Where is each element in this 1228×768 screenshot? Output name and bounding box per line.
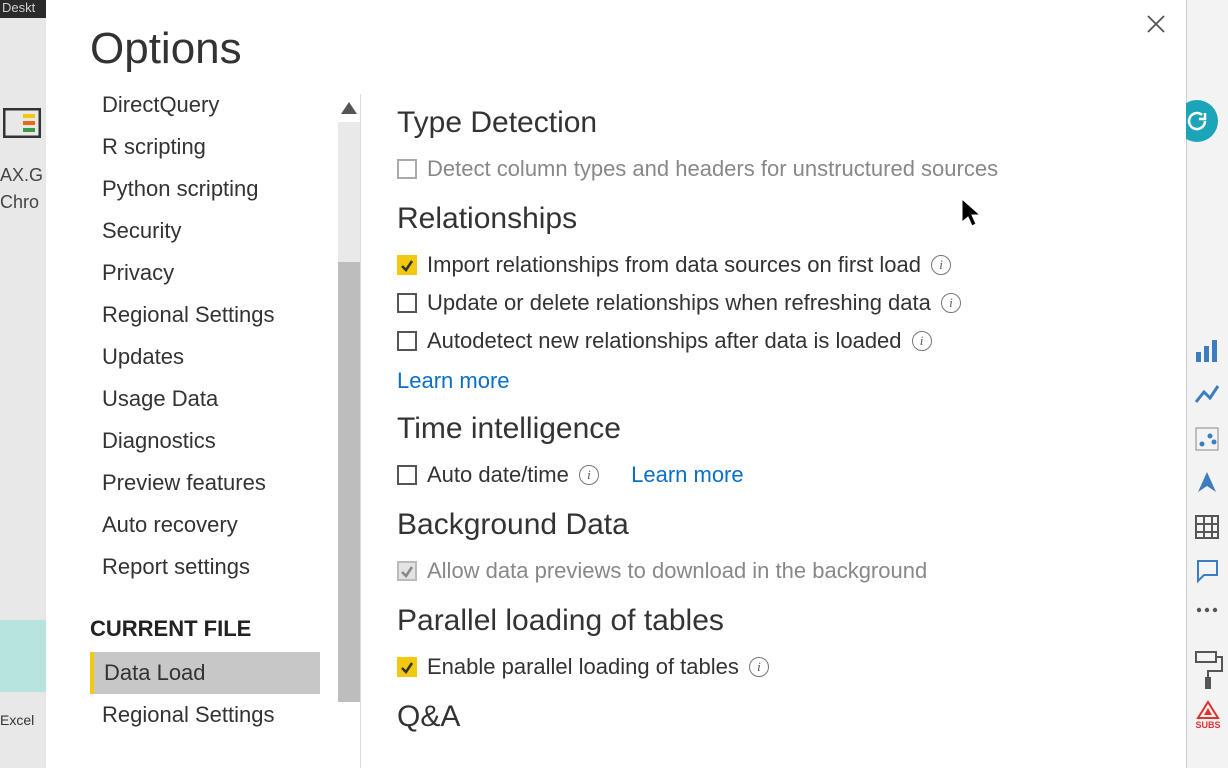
checkbox-icon [397, 159, 417, 179]
sidebar-section-current-file: CURRENT FILE [90, 588, 320, 652]
checkbox-icon[interactable] [397, 255, 417, 275]
section-relationships: Relationships [397, 202, 1146, 236]
sidebar-item-data-load[interactable]: Data Load [90, 652, 320, 694]
bg-left-text-1: AX.G [0, 165, 43, 186]
options-sidebar: DirectQuery R scripting Python scripting… [90, 84, 320, 768]
sidebar-item-r-scripting[interactable]: R scripting [90, 126, 320, 168]
bg-left-text-2: Chro [0, 192, 39, 213]
option-label: Update or delete relationships when refr… [427, 290, 931, 316]
options-dialog: Options DirectQuery R scripting Python s… [46, 0, 1186, 768]
sidebar-item-usage-data[interactable]: Usage Data [90, 378, 320, 420]
sidebar-item-directquery[interactable]: DirectQuery [90, 84, 320, 126]
sidebar-item-report-settings[interactable]: Report settings [90, 546, 320, 588]
info-icon[interactable]: i [579, 465, 599, 485]
table-icon [1194, 514, 1220, 540]
sidebar-item-privacy[interactable]: Privacy [90, 252, 320, 294]
visualization-icons-strip [1190, 338, 1224, 628]
section-qa: Q&A [397, 700, 1146, 734]
sidebar-item-regional-settings[interactable]: Regional Settings [90, 294, 320, 336]
option-label: Import relationships from data sources o… [427, 252, 921, 278]
option-update-relationships[interactable]: Update or delete relationships when refr… [397, 284, 1146, 322]
checkbox-icon[interactable] [397, 465, 417, 485]
option-label: Autodetect new relationships after data … [427, 328, 902, 354]
learn-more-link-time-intelligence[interactable]: Learn more [631, 462, 744, 488]
section-time-intelligence: Time intelligence [397, 412, 1146, 446]
subscribe-badge: SUBS [1188, 700, 1228, 730]
sidebar-item-updates[interactable]: Updates [90, 336, 320, 378]
info-icon[interactable]: i [931, 255, 951, 275]
section-parallel-loading: Parallel loading of tables [397, 604, 1146, 638]
dialog-title: Options [46, 0, 1186, 84]
checkbox-icon[interactable] [397, 331, 417, 351]
close-button[interactable] [1140, 8, 1172, 40]
sidebar-item-auto-recovery[interactable]: Auto recovery [90, 504, 320, 546]
scroll-thumb[interactable] [338, 262, 360, 702]
more-icon [1194, 602, 1220, 628]
bar-chart-icon [1194, 338, 1220, 364]
option-enable-parallel-loading[interactable]: Enable parallel loading of tables i [397, 648, 1146, 686]
sidebar-scrollbar[interactable] [338, 94, 360, 768]
sidebar-item-preview-features[interactable]: Preview features [90, 462, 320, 504]
checkbox-icon[interactable] [397, 657, 417, 677]
options-content: Type Detection Detect column types and h… [361, 84, 1186, 768]
info-icon[interactable]: i [941, 293, 961, 313]
paint-roller-icon [1192, 650, 1224, 695]
scatter-chart-icon [1194, 426, 1220, 452]
checkbox-icon [397, 561, 417, 581]
ribbon-icon-fragment [3, 108, 41, 138]
checkbox-icon[interactable] [397, 293, 417, 313]
comment-icon [1194, 558, 1220, 584]
option-label: Enable parallel loading of tables [427, 654, 739, 680]
info-icon[interactable]: i [749, 657, 769, 677]
sidebar-item-security[interactable]: Security [90, 210, 320, 252]
info-icon[interactable]: i [912, 331, 932, 351]
option-detect-column-types: Detect column types and headers for unst… [397, 150, 1146, 188]
bg-teal-block [0, 620, 48, 692]
option-label: Detect column types and headers for unst… [427, 156, 998, 182]
section-type-detection: Type Detection [397, 106, 1146, 140]
line-chart-icon [1194, 382, 1220, 408]
option-allow-background-previews: Allow data previews to download in the b… [397, 552, 1146, 590]
option-label: Allow data previews to download in the b… [427, 558, 927, 584]
sidebar-item-python-scripting[interactable]: Python scripting [90, 168, 320, 210]
learn-more-link-relationships[interactable]: Learn more [397, 368, 510, 393]
scroll-up-icon[interactable] [338, 94, 360, 122]
app-titlebar-fragment: Deskt [0, 0, 46, 18]
option-label: Auto date/time [427, 462, 569, 488]
sidebar-item-cf-regional-settings[interactable]: Regional Settings [90, 694, 320, 736]
arrow-icon [1194, 470, 1220, 496]
sidebar-item-diagnostics[interactable]: Diagnostics [90, 420, 320, 462]
bg-excel-label: Excel [0, 712, 34, 728]
section-background-data: Background Data [397, 508, 1146, 542]
option-autodetect-relationships[interactable]: Autodetect new relationships after data … [397, 322, 1146, 360]
option-import-relationships[interactable]: Import relationships from data sources o… [397, 246, 1146, 284]
scroll-track[interactable] [338, 122, 360, 702]
option-auto-date-time[interactable]: Auto date/time i Learn more [397, 456, 1146, 494]
